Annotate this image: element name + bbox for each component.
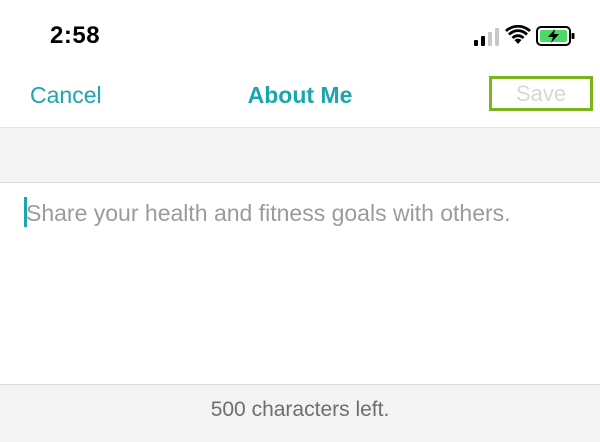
- wifi-icon: [505, 25, 531, 44]
- about-me-screen: 2:58 Cancel About Me Save Share your hea…: [0, 0, 600, 442]
- navigation-bar: Cancel About Me Save: [0, 70, 600, 128]
- save-button[interactable]: Save: [489, 76, 593, 111]
- status-bar: 2:58: [0, 0, 600, 70]
- signal-icon: [474, 28, 499, 46]
- section-divider: [0, 128, 600, 183]
- about-me-text-field[interactable]: Share your health and fitness goals with…: [0, 183, 600, 384]
- character-counter-bar: 500 characters left.: [0, 384, 600, 442]
- about-me-placeholder: Share your health and fitness goals with…: [26, 200, 511, 226]
- characters-left-label: 500 characters left.: [210, 398, 390, 421]
- status-time: 2:58: [50, 22, 101, 49]
- battery-charging-icon: [536, 26, 575, 46]
